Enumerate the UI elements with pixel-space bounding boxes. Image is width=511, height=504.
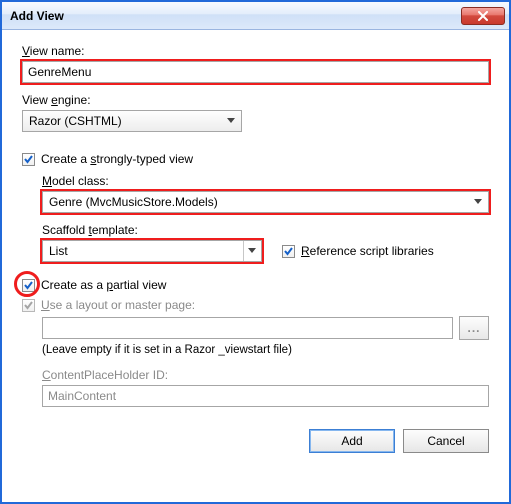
strongly-typed-label: Create a strongly-typed view xyxy=(41,152,193,166)
view-engine-dropdown[interactable]: Razor (CSHTML) xyxy=(22,110,242,132)
scaffold-template-dropdown[interactable]: List xyxy=(42,240,262,262)
cph-id-label: ContentPlaceHolder ID: xyxy=(42,368,489,382)
scaffold-template-label: Scaffold template: xyxy=(42,223,489,237)
layout-hint: (Leave empty if it is set in a Razor _vi… xyxy=(42,344,489,356)
partial-view-checkbox[interactable] xyxy=(22,279,35,292)
titlebar: Add View xyxy=(2,2,509,30)
button-bar: Add Cancel xyxy=(22,415,489,453)
ref-scripts-checkbox[interactable] xyxy=(282,245,295,258)
partial-view-label: Create as a partial view xyxy=(41,278,166,292)
view-engine-label: View engine: xyxy=(22,93,489,107)
strongly-typed-checkbox[interactable] xyxy=(22,153,35,166)
layout-path-input xyxy=(42,317,453,339)
strongly-typed-row: Create a strongly-typed view xyxy=(22,152,489,166)
chevron-down-icon xyxy=(470,192,486,212)
close-icon xyxy=(478,11,488,21)
model-class-label: Model class: xyxy=(42,174,489,188)
partial-view-row: Create as a partial view xyxy=(22,278,489,292)
window-title: Add View xyxy=(10,9,461,23)
cph-id-input xyxy=(42,385,489,407)
add-button[interactable]: Add xyxy=(309,429,395,453)
use-layout-row: Use a layout or master page: xyxy=(22,298,489,312)
dialog-content: View name: View engine: Razor (CSHTML) C… xyxy=(2,30,509,463)
ref-scripts-row: Reference script libraries xyxy=(282,244,434,258)
use-layout-label: Use a layout or master page: xyxy=(41,298,195,312)
browse-button: ... xyxy=(459,316,489,340)
use-layout-checkbox xyxy=(22,299,35,312)
close-button[interactable] xyxy=(461,7,505,25)
view-name-input[interactable] xyxy=(22,61,489,83)
model-class-dropdown[interactable]: Genre (MvcMusicStore.Models) xyxy=(42,191,489,213)
ref-scripts-label: Reference script libraries xyxy=(301,244,434,258)
cancel-button[interactable]: Cancel xyxy=(403,429,489,453)
chevron-down-icon xyxy=(223,111,239,131)
view-name-label: View name: xyxy=(22,44,489,58)
chevron-down-icon xyxy=(243,241,259,261)
